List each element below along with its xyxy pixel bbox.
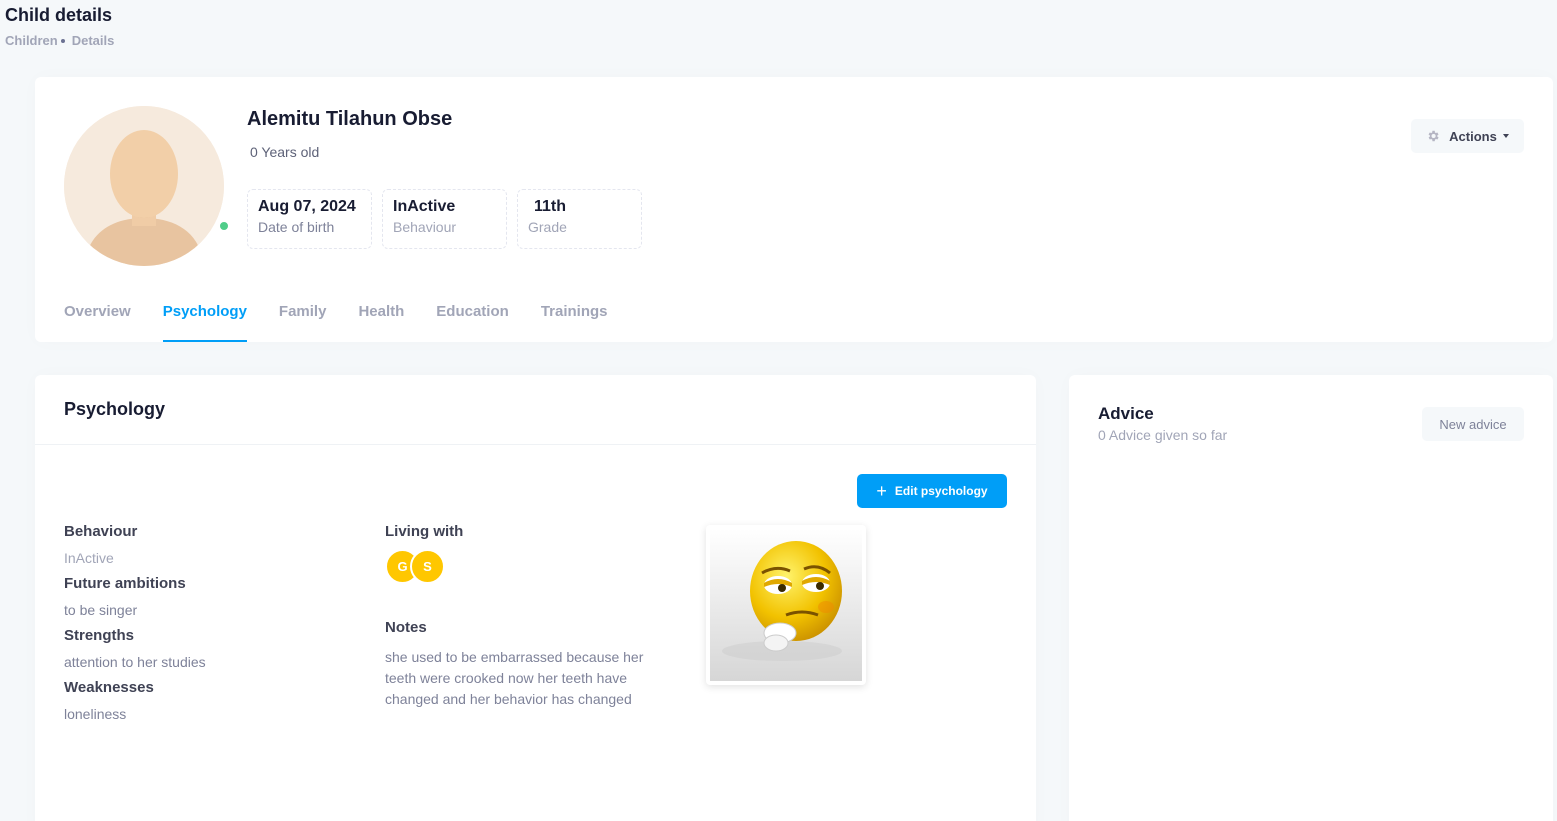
field-value-strengths: attention to her studies	[64, 654, 206, 670]
notes-label: Notes	[385, 619, 427, 636]
field-label-strengths: Strengths	[64, 627, 135, 644]
tab-trainings[interactable]: Trainings	[541, 285, 608, 342]
tab-overview[interactable]: Overview	[64, 285, 131, 342]
child-photo	[706, 525, 866, 685]
stat-label: Grade	[528, 219, 567, 235]
stat-date-of-birth: Aug 07, 2024 Date of birth	[247, 189, 372, 249]
field-value-behaviour: InActive	[64, 550, 114, 566]
advice-title: Advice	[1098, 404, 1154, 423]
profile-card: Alemitu Tilahun Obse 0 Years old Aug 07,…	[35, 77, 1553, 342]
stat-behaviour: InActive Behaviour	[382, 189, 507, 249]
tab-health[interactable]: Health	[358, 285, 404, 342]
field-value-future-ambitions: to be singer	[64, 602, 138, 618]
psychology-title: Psychology	[35, 375, 1036, 445]
thinking-emoji-image	[710, 529, 862, 681]
chevron-down-icon	[1502, 134, 1509, 138]
tab-psychology[interactable]: Psychology	[162, 285, 247, 342]
new-advice-button[interactable]: New advice	[1422, 407, 1524, 441]
breadcrumb-details: Details	[71, 33, 115, 48]
online-status-dot	[218, 220, 230, 232]
edit-psychology-button[interactable]: + Edit psychology	[857, 474, 1007, 508]
stat-grade: 11th Grade	[517, 189, 642, 249]
breadcrumb-children[interactable]: Children	[5, 33, 58, 48]
actions-button[interactable]: Actions	[1411, 119, 1524, 153]
stat-value: InActive	[393, 198, 456, 215]
actions-label: Actions	[1449, 128, 1497, 144]
tab-education[interactable]: Education	[436, 285, 509, 342]
field-label-behaviour: Behaviour	[64, 523, 138, 540]
page-title: Child details	[5, 5, 113, 25]
breadcrumb-separator	[60, 38, 65, 43]
tab-family[interactable]: Family	[279, 285, 327, 342]
stat-label: Date of birth	[258, 219, 335, 235]
advice-count: 0 Advice given so far	[1098, 427, 1228, 443]
field-label-weaknesses: Weaknesses	[64, 679, 154, 696]
gear-icon	[1428, 130, 1439, 142]
psychology-card: Psychology + Edit psychology Behaviour I…	[35, 375, 1036, 821]
psychology-fields: Behaviour InActive Future ambitions to b…	[64, 523, 344, 731]
avatar-placeholder-icon	[64, 106, 224, 266]
edit-psychology-label: Edit psychology	[894, 484, 988, 498]
plus-icon: +	[876, 481, 887, 501]
breadcrumb: Children Details	[5, 33, 114, 48]
living-with-label: Living with	[385, 523, 464, 540]
avatar[interactable]: S	[410, 549, 445, 584]
stat-value: 11th	[534, 198, 567, 215]
avatar	[64, 106, 224, 266]
child-name: Alemitu Tilahun Obse	[247, 108, 453, 130]
stat-value: Aug 07, 2024	[258, 198, 356, 215]
profile-tabs: Overview Psychology Family Health Educat…	[64, 285, 640, 342]
advice-card: Advice 0 Advice given so far New advice	[1069, 375, 1553, 821]
stat-label: Behaviour	[393, 219, 457, 235]
field-value-weaknesses: loneliness	[64, 706, 127, 722]
field-label-future-ambitions: Future ambitions	[64, 575, 186, 592]
living-with-avatars: G S	[385, 549, 445, 584]
notes-text: she used to be embarrassed because her t…	[385, 649, 644, 707]
child-age: 0 Years old	[250, 144, 320, 160]
